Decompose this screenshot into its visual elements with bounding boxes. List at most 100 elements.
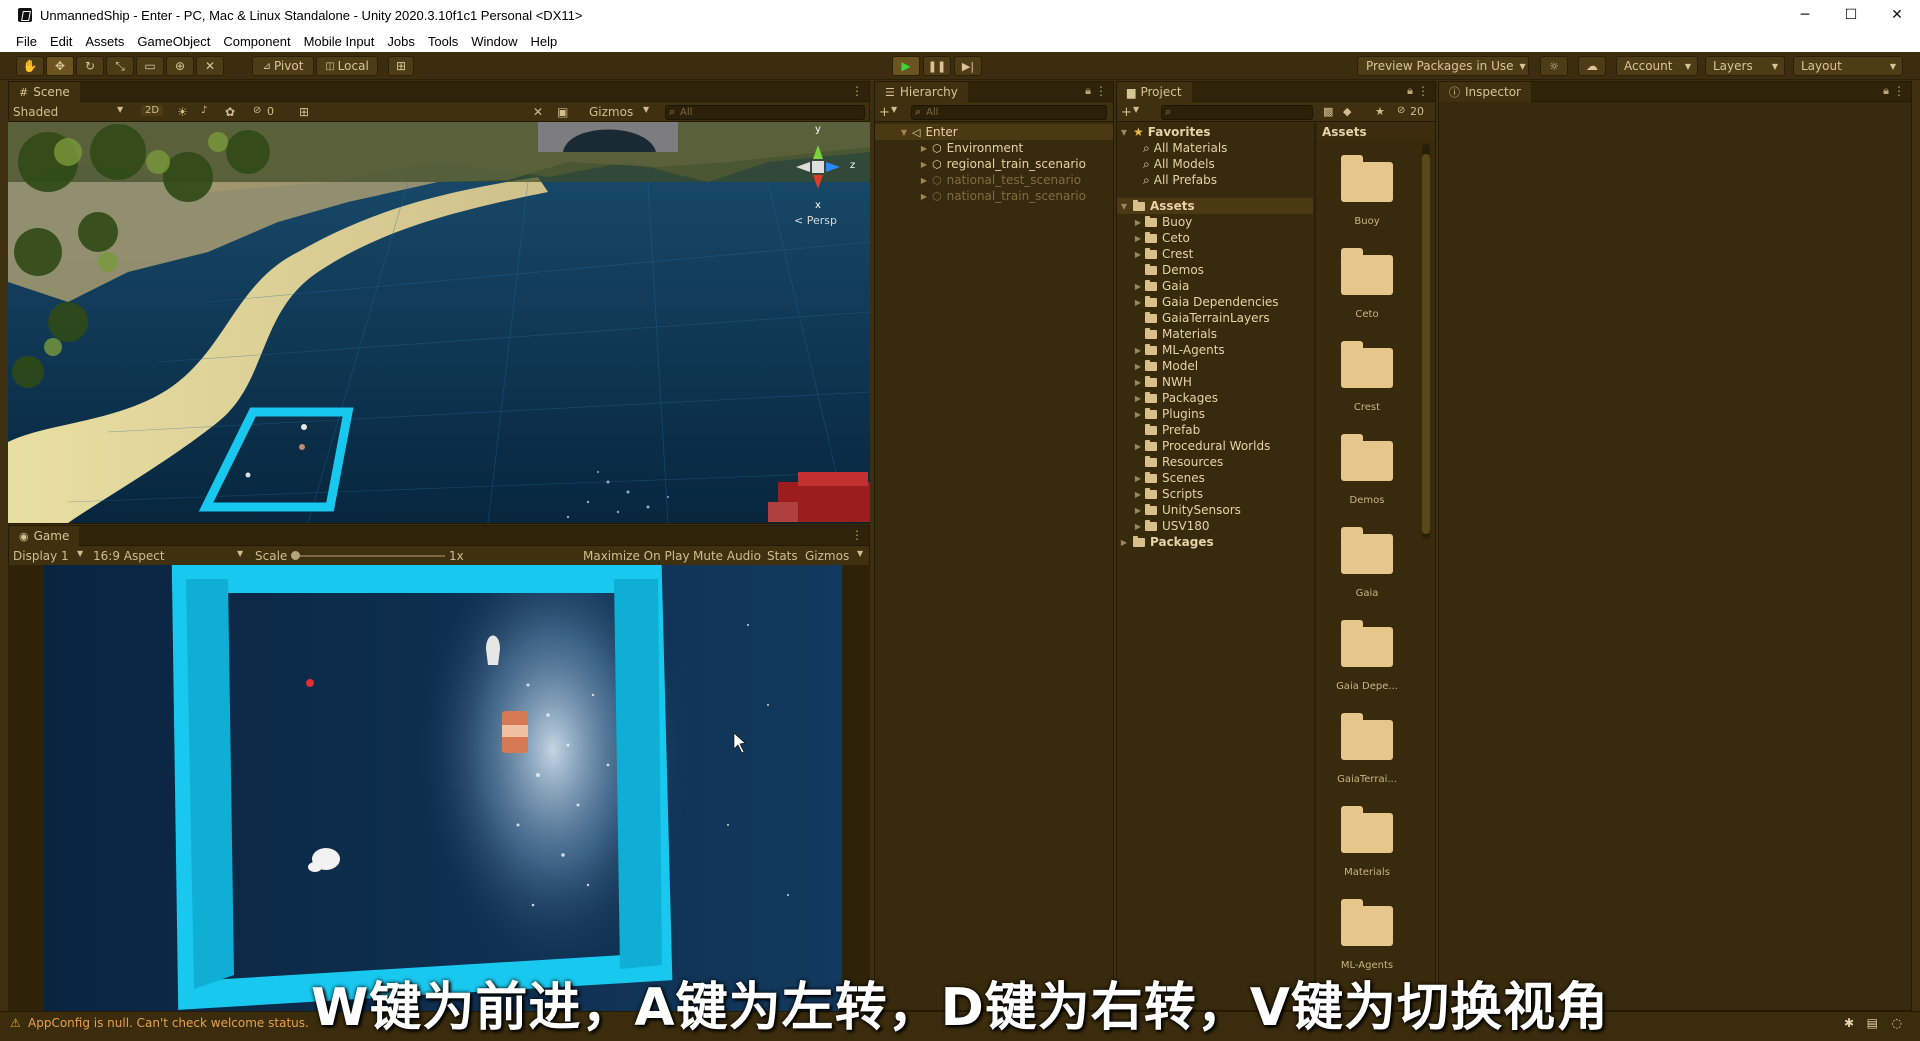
hidden-packages-icon[interactable]: ⊘ xyxy=(1397,105,1405,116)
transform-tool-button[interactable]: ⊕ xyxy=(166,56,194,76)
lock-icon[interactable]: 🔒︎ xyxy=(1407,84,1413,98)
tab-game[interactable]: ◉ Game xyxy=(9,526,80,546)
folder-item[interactable]: Resources xyxy=(1117,454,1313,470)
minimize-button[interactable]: ─ xyxy=(1782,0,1828,30)
asset-grid-item[interactable]: Buoy xyxy=(1312,155,1422,227)
expand-arrow-icon[interactable]: ▶ xyxy=(919,176,929,185)
expand-arrow-icon[interactable]: ▼ xyxy=(1119,128,1129,137)
expand-arrow-icon[interactable]: ▶ xyxy=(919,192,929,201)
lock-icon[interactable]: 🔒︎ xyxy=(1085,84,1091,98)
asset-grid-item[interactable]: Materials xyxy=(1312,806,1422,878)
lock-icon[interactable]: 🔒︎ xyxy=(1883,84,1889,98)
expand-arrow-icon[interactable]: ▶ xyxy=(1133,282,1143,291)
search-by-type-icon[interactable]: ▩ xyxy=(1323,105,1333,118)
menu-file[interactable]: File xyxy=(16,34,37,49)
local-toggle[interactable]: ◫ Local xyxy=(316,56,378,76)
folder-item[interactable]: ▶ Plugins xyxy=(1117,406,1313,422)
tab-project[interactable]: ▆ Project xyxy=(1117,82,1192,102)
expand-arrow-icon[interactable]: ▼ xyxy=(899,128,909,137)
asset-grid-scrollbar[interactable] xyxy=(1422,144,1430,539)
tab-hierarchy[interactable]: ☰ Hierarchy xyxy=(875,82,968,102)
expand-arrow-icon[interactable]: ▶ xyxy=(1133,394,1143,403)
kebab-menu-icon[interactable]: ⋮ xyxy=(1417,84,1429,98)
step-button[interactable]: ▶| xyxy=(954,56,982,76)
hand-tool-button[interactable]: ✋ xyxy=(16,56,44,76)
aspect-dropdown[interactable]: 16:9 Aspect xyxy=(93,549,165,563)
kebab-menu-icon[interactable]: ⋮ xyxy=(1893,84,1905,98)
folder-item[interactable]: ▶ UnitySensors xyxy=(1117,502,1313,518)
hierarchy-scene-row[interactable]: ▼ ◁ Enter xyxy=(875,124,1113,140)
scale-slider-thumb[interactable] xyxy=(291,551,300,560)
folder-item[interactable]: ▶ USV180 xyxy=(1117,518,1313,534)
kebab-menu-icon[interactable]: ⋮ xyxy=(851,528,863,542)
effects-toggle-icon[interactable]: ✿ xyxy=(225,105,235,119)
expand-arrow-icon[interactable]: ▶ xyxy=(1119,538,1129,547)
favorite-item[interactable]: ⌕ All Models xyxy=(1117,156,1313,172)
grid-snap-button[interactable]: ⊞ xyxy=(388,56,414,76)
expand-arrow-icon[interactable]: ▶ xyxy=(919,160,929,169)
hierarchy-item[interactable]: ▶ ⬡ Environment xyxy=(875,140,1113,156)
game-gizmos-dropdown[interactable]: Gizmos xyxy=(805,549,849,563)
expand-arrow-icon[interactable]: ▶ xyxy=(1133,250,1143,259)
maximize-on-play-toggle[interactable]: Maximize On Play xyxy=(583,549,690,563)
hidden-objects-icon[interactable]: ⊘ xyxy=(253,105,261,116)
folder-item[interactable]: ▶ Ceto xyxy=(1117,230,1313,246)
folder-item[interactable]: ▶ Scenes xyxy=(1117,470,1313,486)
expand-arrow-icon[interactable]: ▶ xyxy=(1133,362,1143,371)
favorite-star-icon[interactable]: ★ xyxy=(1375,105,1385,118)
assets-root-row[interactable]: ▼ Assets xyxy=(1117,198,1313,214)
menu-window[interactable]: Window xyxy=(471,34,517,49)
folder-item[interactable]: ▶ Procedural Worlds xyxy=(1117,438,1313,454)
search-by-label-icon[interactable]: ◆ xyxy=(1343,105,1351,118)
menu-tools[interactable]: Tools xyxy=(428,34,458,49)
shading-mode-dropdown[interactable]: Shaded xyxy=(13,105,58,119)
project-search-input[interactable] xyxy=(1161,105,1313,120)
create-plus-icon[interactable]: + xyxy=(879,105,890,120)
folder-item[interactable]: ▶ Buoy xyxy=(1117,214,1313,230)
folder-item[interactable]: ▶ Model xyxy=(1117,358,1313,374)
collab-button[interactable]: ☼ xyxy=(1540,56,1568,76)
favorites-row[interactable]: ▼ ★ Favorites xyxy=(1117,124,1313,140)
expand-arrow-icon[interactable]: ▶ xyxy=(1133,298,1143,307)
close-button[interactable]: ✕ xyxy=(1874,0,1920,30)
pause-button[interactable]: ❚❚ xyxy=(923,56,951,76)
expand-arrow-icon[interactable]: ▶ xyxy=(1133,218,1143,227)
scrollbar-thumb[interactable] xyxy=(1422,154,1430,534)
asset-grid-item[interactable]: Demos xyxy=(1312,434,1422,506)
mute-audio-toggle[interactable]: Mute Audio xyxy=(693,549,761,563)
scale-tool-button[interactable]: ⤡ xyxy=(106,56,134,76)
folder-item[interactable]: ▶ Gaia xyxy=(1117,278,1313,294)
expand-arrow-icon[interactable]: ▶ xyxy=(1133,378,1143,387)
pivot-toggle[interactable]: ⊿ Pivot xyxy=(252,56,314,76)
favorite-item[interactable]: ⌕ All Prefabs xyxy=(1117,172,1313,188)
scene-search-input[interactable]: All xyxy=(665,105,865,120)
gizmos-dropdown[interactable]: Gizmos xyxy=(589,105,633,119)
folder-item[interactable]: Prefab xyxy=(1117,422,1313,438)
create-plus-icon[interactable]: + xyxy=(1121,105,1132,120)
tools-icon[interactable]: ✕ xyxy=(533,105,543,119)
menu-assets[interactable]: Assets xyxy=(85,34,124,49)
audio-toggle-icon[interactable]: ♪ xyxy=(201,105,207,116)
hierarchy-item[interactable]: ▶ ⬡ regional_train_scenario xyxy=(875,156,1113,172)
layout-dropdown[interactable]: Layout ▼ xyxy=(1793,56,1903,76)
play-button[interactable]: ▶ xyxy=(892,56,920,76)
preview-packages-dropdown[interactable]: Preview Packages in Use ▼ xyxy=(1357,56,1529,76)
menu-component[interactable]: Component xyxy=(223,34,290,49)
menu-gameobject[interactable]: GameObject xyxy=(137,34,210,49)
asset-grid-item[interactable]: Gaia xyxy=(1312,527,1422,599)
account-dropdown[interactable]: Account ▼ xyxy=(1616,56,1698,76)
folder-item[interactable]: GaiaTerrainLayers xyxy=(1117,310,1313,326)
expand-arrow-icon[interactable]: ▶ xyxy=(1133,442,1143,451)
camera-icon[interactable]: ▣ xyxy=(557,105,568,119)
folder-item[interactable]: ▶ Gaia Dependencies xyxy=(1117,294,1313,310)
tab-scene[interactable]: # Scene xyxy=(9,82,80,102)
hierarchy-item[interactable]: ▶ ⬡ national_test_scenario xyxy=(875,172,1113,188)
asset-grid-item[interactable]: Gaia Depe... xyxy=(1312,620,1422,692)
cloud-button[interactable]: ☁ xyxy=(1578,56,1606,76)
stats-toggle[interactable]: Stats xyxy=(767,549,798,563)
expand-arrow-icon[interactable]: ▶ xyxy=(1133,506,1143,515)
folder-item[interactable]: ▶ NWH xyxy=(1117,374,1313,390)
folder-item[interactable]: ▶ Scripts xyxy=(1117,486,1313,502)
asset-grid-item[interactable]: Crest xyxy=(1312,341,1422,413)
toggle-2d-button[interactable]: 2D xyxy=(141,105,164,116)
